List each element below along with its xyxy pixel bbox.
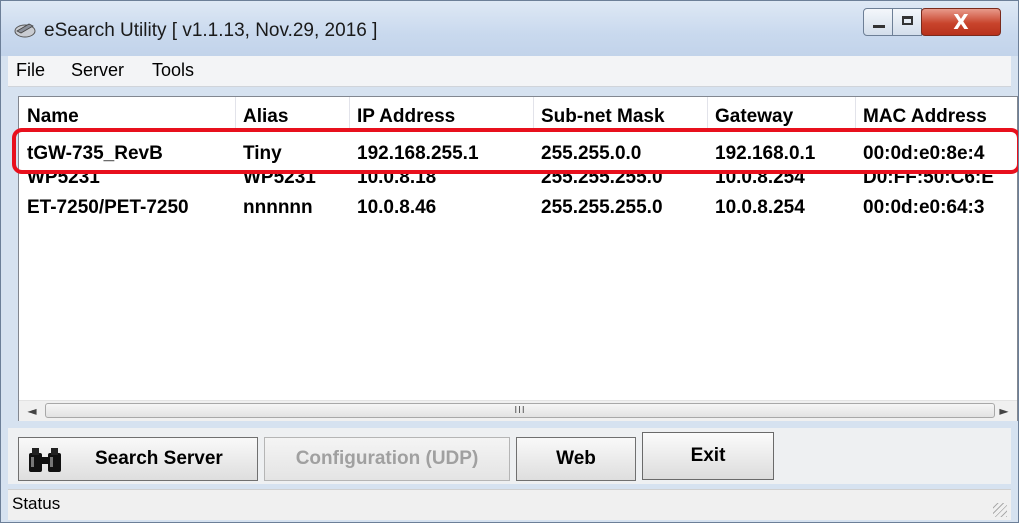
app-icon (14, 23, 36, 38)
column-divider[interactable] (349, 97, 350, 129)
scroll-thumb[interactable]: III (45, 403, 995, 418)
cell-ip: 10.0.8.46 (357, 197, 437, 218)
search-server-label: Search Server (95, 448, 223, 469)
maximize-button[interactable] (892, 8, 922, 36)
column-divider[interactable] (707, 97, 708, 129)
menu-bar: File Server Tools (8, 56, 1011, 87)
search-server-button[interactable]: Search Server (18, 437, 258, 481)
list-header: Name Alias IP Address Sub-net Mask Gatew… (19, 97, 1017, 129)
column-divider[interactable] (855, 97, 856, 129)
column-divider[interactable] (235, 97, 236, 129)
cell-mac: D0:FF:50:C6:E (863, 173, 994, 188)
minimize-button[interactable] (863, 8, 893, 36)
maximize-icon (902, 16, 913, 25)
cell-mask: 255.255.255.0 (541, 173, 663, 188)
cell-gateway: 10.0.8.254 (715, 197, 805, 218)
configuration-udp-button[interactable]: Configuration (UDP) (264, 437, 510, 481)
binoculars-icon (29, 448, 61, 472)
scroll-left-arrow-icon[interactable]: ◄ (21, 401, 43, 421)
column-header-ip-address[interactable]: IP Address (357, 106, 455, 128)
column-header-alias[interactable]: Alias (243, 106, 288, 128)
column-header-gateway[interactable]: Gateway (715, 106, 793, 128)
close-icon: X (953, 10, 969, 34)
cell-mac: 00:0d:e0:64:3 (863, 197, 985, 218)
title-bar[interactable]: eSearch Utility [ v1.1.13, Nov.29, 2016 … (0, 0, 1019, 56)
cell-alias: WP5231 (243, 173, 316, 188)
minimize-icon (873, 25, 885, 28)
menu-server[interactable]: Server (71, 60, 124, 81)
resize-grip-icon[interactable] (993, 503, 1007, 517)
close-button[interactable]: X (921, 8, 1001, 36)
menu-file[interactable]: File (16, 60, 45, 81)
cell-mask: 255.255.255.0 (541, 197, 663, 218)
column-header-subnet-mask[interactable]: Sub-net Mask (541, 106, 665, 128)
status-text: Status (12, 494, 61, 513)
status-bar: Status (8, 489, 1011, 520)
menu-tools[interactable]: Tools (152, 60, 194, 81)
cell-name: ET-7250/PET-7250 (27, 197, 189, 218)
scroll-grip-icon: III (514, 405, 526, 416)
column-divider[interactable] (533, 97, 534, 129)
window-title: eSearch Utility [ v1.1.13, Nov.29, 2016 … (44, 20, 378, 41)
table-row[interactable]: WP5231 WP5231 10.0.8.18 255.255.255.0 10… (19, 173, 1017, 189)
cell-alias: nnnnnn (243, 197, 313, 218)
cell-ip: 10.0.8.18 (357, 173, 437, 188)
cell-name: WP5231 (27, 173, 100, 188)
app-window: eSearch Utility [ v1.1.13, Nov.29, 2016 … (0, 0, 1019, 523)
cell-gateway: 10.0.8.254 (715, 173, 805, 188)
highlight-annotation (12, 128, 1019, 174)
scroll-right-arrow-icon[interactable]: ► (993, 401, 1015, 421)
exit-button[interactable]: Exit (642, 432, 774, 480)
web-button[interactable]: Web (516, 437, 636, 481)
column-header-name[interactable]: Name (27, 106, 79, 128)
table-row[interactable]: ET-7250/PET-7250 nnnnnn 10.0.8.46 255.25… (19, 195, 1017, 223)
column-header-mac-address[interactable]: MAC Address (863, 106, 987, 128)
horizontal-scrollbar[interactable]: ◄ III ► (19, 400, 1017, 421)
